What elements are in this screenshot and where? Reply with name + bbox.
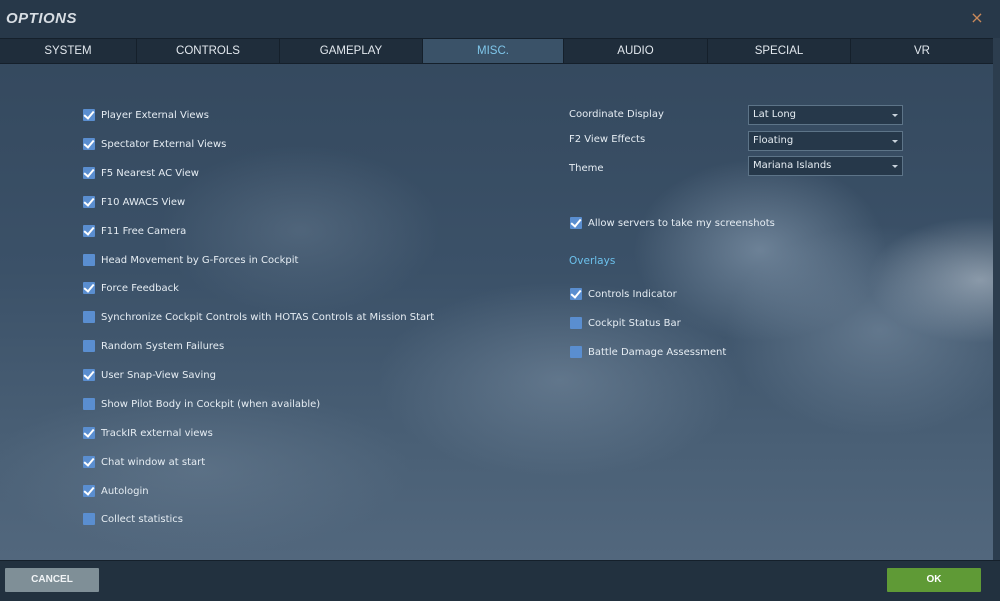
option-label: Cockpit Status Bar [588,317,681,329]
checkbox-icon[interactable] [83,196,95,208]
checkbox-icon[interactable] [83,398,95,410]
tab-vr[interactable]: VR [851,39,993,63]
coordinate-display-select[interactable]: Lat Long [748,105,903,125]
option-synchronize-cockpit-controls[interactable]: Synchronize Cockpit Controls with HOTAS … [83,309,434,325]
checkbox-icon[interactable] [570,288,582,300]
select-value: Floating [753,135,794,146]
option-label: Force Feedback [101,282,179,294]
overlays-heading: Overlays [569,255,616,267]
option-label: Battle Damage Assessment [588,346,727,358]
checkbox-icon[interactable] [83,225,95,237]
option-head-movement-g-forces[interactable]: Head Movement by G-Forces in Cockpit [83,252,298,268]
checkbox-icon[interactable] [570,217,582,229]
option-f5-nearest-ac-view[interactable]: F5 Nearest AC View [83,165,199,181]
option-label: Chat window at start [101,456,206,468]
title-bar: OPTIONS × [0,0,1000,38]
theme-select[interactable]: Mariana Islands [748,156,903,176]
f2-view-effects-select[interactable]: Floating [748,131,903,151]
option-collect-statistics[interactable]: Collect statistics [83,511,183,527]
option-allow-servers-screenshots[interactable]: Allow servers to take my screenshots [570,215,775,231]
select-value: Lat Long [753,109,796,120]
checkbox-icon[interactable] [83,282,95,294]
option-f10-awacs-view[interactable]: F10 AWACS View [83,194,185,210]
option-label: Allow servers to take my screenshots [588,217,775,229]
tab-controls[interactable]: CONTROLS [137,39,280,63]
option-label: Autologin [101,485,149,497]
option-trackir-external-views[interactable]: TrackIR external views [83,425,213,441]
tab-misc[interactable]: MISC. [423,39,564,63]
tab-bar: SYSTEM CONTROLS GAMEPLAY MISC. AUDIO SPE… [0,38,993,64]
checkbox-icon[interactable] [83,427,95,439]
option-label: Show Pilot Body in Cockpit (when availab… [101,398,321,410]
option-label: Spectator External Views [101,138,227,150]
overlay-controls-indicator[interactable]: Controls Indicator [570,286,677,302]
chevron-down-icon [892,140,898,143]
option-label: Synchronize Cockpit Controls with HOTAS … [101,311,435,323]
tab-audio[interactable]: AUDIO [564,39,708,63]
checkbox-icon[interactable] [83,340,95,352]
option-autologin[interactable]: Autologin [83,483,149,499]
chevron-down-icon [892,165,898,168]
overlay-cockpit-status-bar[interactable]: Cockpit Status Bar [570,315,681,331]
option-user-snap-view-saving[interactable]: User Snap-View Saving [83,367,216,383]
checkbox-icon[interactable] [83,254,95,266]
tab-system[interactable]: SYSTEM [0,39,137,63]
f2-view-effects-label: F2 View Effects [569,134,646,145]
option-label: User Snap-View Saving [101,369,216,381]
select-value: Mariana Islands [753,160,832,171]
option-player-external-views[interactable]: Player External Views [83,107,209,123]
ok-button[interactable]: OK [887,568,981,592]
checkbox-icon[interactable] [83,485,95,497]
option-label: Controls Indicator [588,288,677,300]
scrollbar[interactable] [993,38,1000,560]
option-force-feedback[interactable]: Force Feedback [83,280,179,296]
window-title: OPTIONS [6,10,78,27]
option-label: Head Movement by G-Forces in Cockpit [101,254,299,266]
checkbox-icon[interactable] [83,167,95,179]
footer-bar: CANCEL OK [0,560,1000,601]
option-chat-window-at-start[interactable]: Chat window at start [83,454,205,470]
checkbox-icon[interactable] [570,346,582,358]
checkbox-icon[interactable] [83,138,95,150]
overlay-battle-damage-assessment[interactable]: Battle Damage Assessment [570,344,726,360]
cancel-button[interactable]: CANCEL [5,568,99,592]
close-icon[interactable]: × [968,9,986,27]
checkbox-icon[interactable] [83,369,95,381]
checkbox-icon[interactable] [83,109,95,121]
option-f11-free-camera[interactable]: F11 Free Camera [83,223,186,239]
coordinate-display-label: Coordinate Display [569,109,664,120]
option-label: F11 Free Camera [101,225,187,237]
option-label: TrackIR external views [101,427,213,439]
option-spectator-external-views[interactable]: Spectator External Views [83,136,226,152]
option-label: F5 Nearest AC View [101,167,199,179]
option-label: Collect statistics [101,513,183,525]
checkbox-icon[interactable] [83,513,95,525]
chevron-down-icon [892,114,898,117]
option-label: Player External Views [101,109,209,121]
option-label: F10 AWACS View [101,196,186,208]
theme-label: Theme [569,163,604,174]
option-label: Random System Failures [101,340,225,352]
checkbox-icon[interactable] [570,317,582,329]
option-show-pilot-body[interactable]: Show Pilot Body in Cockpit (when availab… [83,396,320,412]
option-random-system-failures[interactable]: Random System Failures [83,338,224,354]
tab-gameplay[interactable]: GAMEPLAY [280,39,423,63]
checkbox-icon[interactable] [83,311,95,323]
tab-special[interactable]: SPECIAL [708,39,851,63]
checkbox-icon[interactable] [83,456,95,468]
